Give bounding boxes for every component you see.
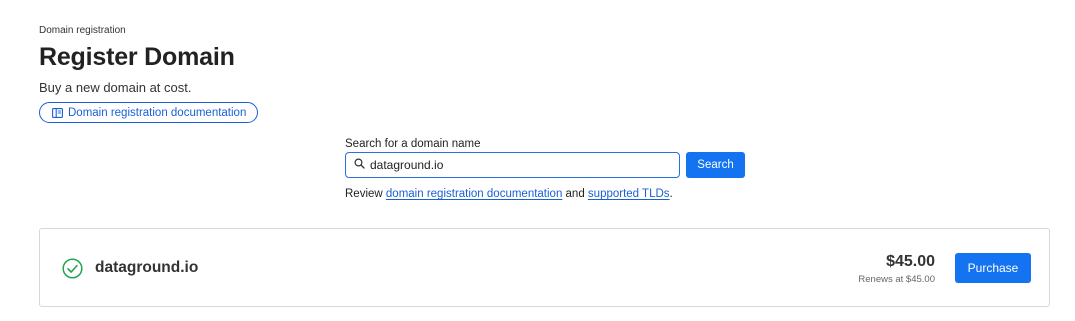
documentation-link-label: Domain registration documentation [68,106,247,119]
documentation-link-button[interactable]: Domain registration documentation [39,102,259,123]
search-field[interactable] [345,152,680,178]
page-title: Register Domain [39,43,235,71]
search-label: Search for a domain name [345,138,481,150]
help-suffix: . [669,188,673,200]
search-icon [354,156,365,174]
check-circle-icon [62,258,83,284]
renewal-price: Renews at $45.00 [858,274,935,285]
supported-tlds-link[interactable]: supported TLDs [588,188,670,200]
docs-link[interactable]: domain registration documentation [386,188,562,200]
purchase-button[interactable]: Purchase [955,253,1031,283]
book-icon [52,107,63,118]
domain-result-card: dataground.io $45.00 Renews at $45.00 Pu… [39,228,1050,307]
register-domain-page: Domain registration Register Domain Buy … [0,0,1075,321]
search-button[interactable]: Search [686,152,745,178]
help-middle: and [562,188,588,200]
page-subtitle: Buy a new domain at cost. [39,80,192,95]
result-domain-name: dataground.io [95,259,199,276]
domain-search-input[interactable] [370,154,660,176]
help-text: Review domain registration documentation… [345,187,673,201]
help-prefix: Review [345,188,386,200]
breadcrumb[interactable]: Domain registration [39,25,126,37]
domain-price: $45.00 [886,253,935,270]
